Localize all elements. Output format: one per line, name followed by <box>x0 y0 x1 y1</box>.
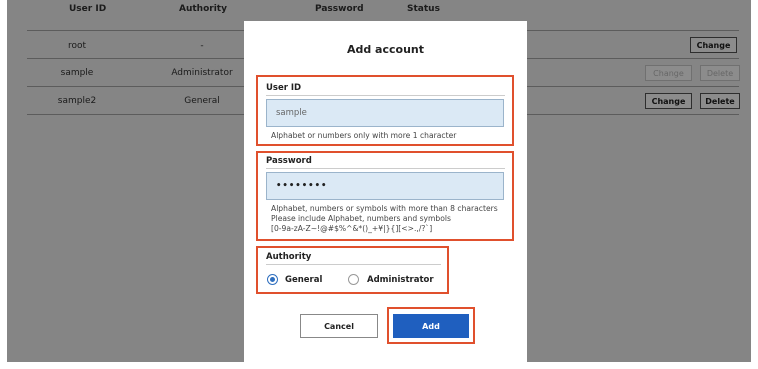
add-button[interactable]: Add <box>393 314 469 338</box>
section-divider <box>266 95 505 96</box>
password-input[interactable]: •••••••• <box>266 172 504 200</box>
user-id-label: User ID <box>266 83 302 93</box>
user-id-hint: Alphabet or numbers only with more 1 cha… <box>271 131 457 140</box>
cancel-button[interactable]: Cancel <box>300 314 378 338</box>
password-hint-line3: [0-9a-zA-Z~!@#$%^&*()_+¥|}{][<>.,/?`] <box>271 224 433 233</box>
dialog-title: Add account <box>346 43 425 56</box>
radio-administrator-label[interactable]: Administrator <box>367 275 434 285</box>
section-divider <box>266 264 441 265</box>
add-account-dialog: Add account User ID sample Alphabet or n… <box>244 21 527 362</box>
password-hint-line1: Alphabet, numbers or symbols with more t… <box>271 204 498 213</box>
section-divider <box>266 168 505 169</box>
radio-general[interactable] <box>267 274 278 285</box>
password-label: Password <box>266 156 312 166</box>
radio-general-label[interactable]: General <box>285 275 322 285</box>
user-id-input[interactable]: sample <box>266 99 504 127</box>
radio-administrator[interactable] <box>348 274 359 285</box>
password-hint-line2: Please include Alphabet, numbers and sym… <box>271 214 451 223</box>
authority-label: Authority <box>266 252 312 262</box>
